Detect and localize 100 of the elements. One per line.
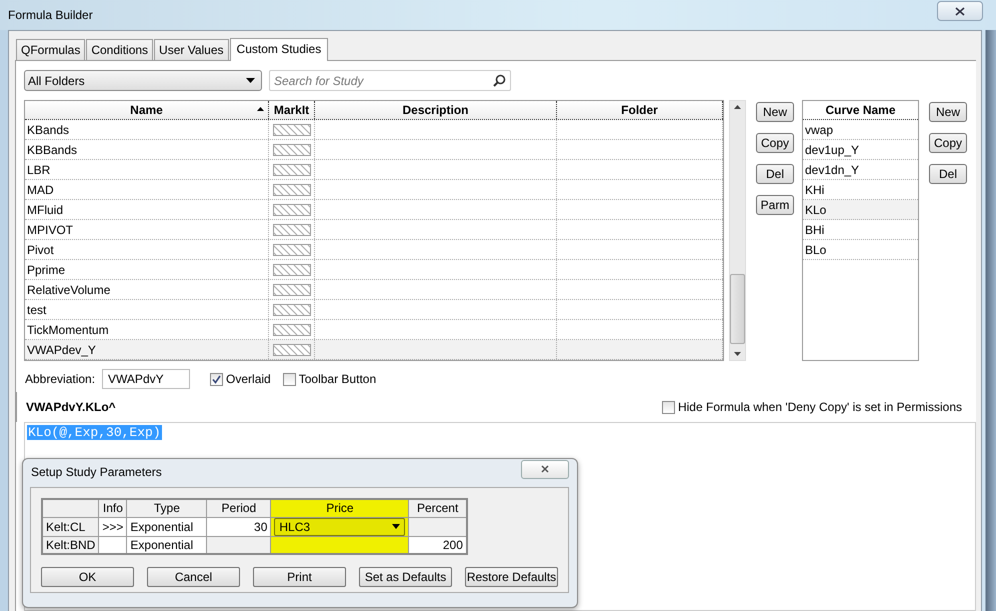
- checkbox-label: Overlaid: [226, 372, 271, 386]
- column-header[interactable]: Description: [315, 101, 557, 119]
- table-cell[interactable]: 30: [206, 517, 271, 536]
- dialog-button[interactable]: Restore Defaults: [465, 567, 558, 587]
- curve-item[interactable]: dev1dn_Y: [803, 160, 918, 180]
- dropdown-value: HLC3: [279, 520, 310, 534]
- close-icon: [541, 465, 549, 473]
- table-cell: MAD: [25, 180, 269, 199]
- curve-item[interactable]: vwap: [803, 120, 918, 140]
- close-icon: [955, 6, 965, 16]
- table-cell: LBR: [25, 160, 269, 179]
- hatched-icon: [272, 204, 310, 216]
- window-title: Formula Builder: [8, 8, 93, 22]
- tab[interactable]: Custom Studies: [230, 38, 328, 61]
- column-header[interactable]: MarkIt: [269, 101, 315, 119]
- table-row[interactable]: MFluid: [25, 200, 723, 220]
- row-label: Kelt:BND: [42, 536, 99, 554]
- checkbox[interactable]: [210, 372, 224, 386]
- column-header[interactable]: Folder: [557, 101, 723, 119]
- check-icon: [212, 374, 222, 384]
- curve-button[interactable]: New: [929, 102, 967, 122]
- curve-button[interactable]: Copy: [929, 133, 967, 153]
- field-label: Abbreviation:: [25, 372, 96, 386]
- tab[interactable]: User Values: [154, 39, 229, 60]
- table-row[interactable]: Pivot: [25, 240, 723, 260]
- table-cell: MFluid: [25, 200, 269, 219]
- curve-item[interactable]: BLo: [803, 240, 918, 260]
- table-row[interactable]: test: [25, 300, 723, 320]
- study-button[interactable]: Parm: [756, 195, 794, 215]
- checkbox[interactable]: [282, 372, 296, 386]
- table-cell[interactable]: >>>: [98, 517, 127, 536]
- table-row[interactable]: MAD: [25, 180, 723, 200]
- hatched-icon: [272, 244, 310, 256]
- curve-item[interactable]: dev1up_Y: [803, 140, 918, 160]
- formula-title: VWAPdvY.KLo^: [26, 400, 116, 414]
- hatched-icon: [272, 284, 310, 296]
- table-cell: TickMomentum: [25, 320, 269, 339]
- column-header: Type: [126, 499, 207, 517]
- dialog-button[interactable]: OK: [41, 567, 134, 587]
- checkbox-label: Toolbar Button: [298, 372, 376, 386]
- column-header: Period: [206, 499, 271, 517]
- table-cell[interactable]: Exponential: [126, 536, 207, 554]
- table-row[interactable]: RelativeVolume: [25, 280, 723, 300]
- table-row[interactable]: VWAPdev_Y: [25, 340, 723, 360]
- dialog-button[interactable]: Set as Defaults: [359, 567, 452, 587]
- table-cell[interactable]: Exponential: [126, 517, 207, 536]
- row-label: Kelt:CL: [42, 517, 99, 536]
- curve-item[interactable]: BHi: [803, 220, 918, 240]
- study-button[interactable]: Copy: [756, 133, 794, 153]
- hatched-icon: [272, 164, 310, 176]
- price-dropdown[interactable]: HLC3: [274, 518, 406, 536]
- table-row[interactable]: Pprime: [25, 260, 723, 280]
- table-row[interactable]: KBands: [25, 120, 723, 140]
- search-field[interactable]: Search for Study: [269, 70, 511, 91]
- study-button[interactable]: New: [756, 102, 794, 122]
- tab[interactable]: Conditions: [86, 39, 154, 60]
- scrollbar-thumb[interactable]: [730, 274, 745, 344]
- curve-item[interactable]: KLo: [803, 200, 918, 220]
- dropdown-arrow-icon: [392, 524, 400, 529]
- abbreviation-field[interactable]: VWAPdvY: [102, 369, 190, 389]
- hatched-icon: [272, 324, 310, 336]
- table-row[interactable]: LBR: [25, 160, 723, 180]
- column-header: Info: [98, 499, 127, 517]
- curve-button[interactable]: Del: [929, 164, 967, 184]
- table-cell: MPIVOT: [25, 220, 269, 239]
- table-cell: KBands: [25, 120, 269, 139]
- table-cell[interactable]: 200: [408, 536, 467, 554]
- table-cell: Pprime: [25, 260, 269, 279]
- scroll-up-icon: [734, 105, 741, 109]
- hatched-icon: [272, 224, 310, 236]
- column-header: Percent: [408, 499, 467, 517]
- formula-text: KLo(@,Exp,30,Exp): [27, 425, 162, 440]
- scrollbar[interactable]: [729, 100, 746, 361]
- hatched-icon: [272, 304, 310, 316]
- column-header: Price: [270, 499, 409, 517]
- table-cell: Pivot: [25, 240, 269, 259]
- table-cell: VWAPdev_Y: [25, 340, 269, 359]
- tab[interactable]: QFormulas: [16, 39, 86, 60]
- close-button[interactable]: [937, 1, 983, 21]
- hatched-icon: [272, 264, 310, 276]
- table-cell: RelativeVolume: [25, 280, 269, 299]
- checkbox-label: Hide Formula when 'Deny Copy' is set in Permissions: [678, 400, 962, 414]
- dialog-button[interactable]: Cancel: [147, 567, 240, 587]
- table-cell: test: [25, 300, 269, 319]
- table-row[interactable]: MPIVOT: [25, 220, 723, 240]
- sort-ascending-icon: [257, 107, 264, 111]
- folder-dropdown[interactable]: All Folders: [24, 70, 262, 91]
- scroll-down-icon: [734, 352, 741, 356]
- study-button[interactable]: Del: [756, 164, 794, 184]
- dialog-button[interactable]: Print: [253, 567, 346, 587]
- search-icon: [493, 74, 506, 87]
- column-header[interactable]: Name: [25, 101, 269, 119]
- table-row[interactable]: KBBands: [25, 140, 723, 160]
- hatched-icon: [272, 144, 310, 156]
- checkbox[interactable]: [662, 400, 675, 414]
- hatched-icon: [272, 124, 310, 136]
- dropdown-arrow-icon: [246, 78, 255, 83]
- dialog-title: Setup Study Parameters: [31, 465, 162, 479]
- column-header: Curve Name: [803, 101, 918, 120]
- hatched-icon: [272, 344, 310, 356]
